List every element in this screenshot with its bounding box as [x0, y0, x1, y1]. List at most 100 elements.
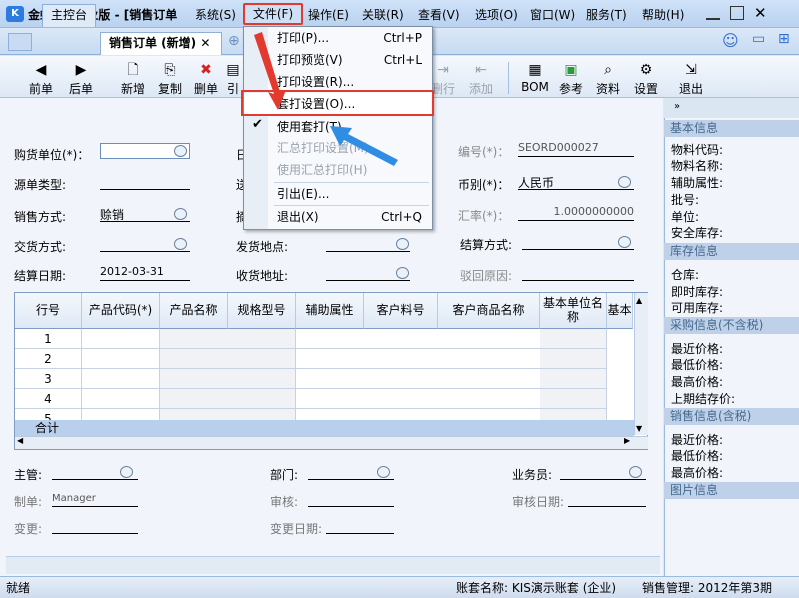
- info-row: 可用库存:: [671, 301, 724, 315]
- col-header-aux[interactable]: 辅助属性: [296, 293, 364, 329]
- audit-label: 审核:: [270, 495, 299, 509]
- grid-total-row: 合计: [15, 420, 634, 436]
- grid-horizontal-scrollbar[interactable]: [15, 436, 648, 449]
- prev-bill-button[interactable]: ◀ 前单: [24, 60, 58, 97]
- scroll-right-icon[interactable]: ▶: [624, 436, 630, 445]
- info-row: 仓库:: [671, 268, 700, 282]
- tab-console[interactable]: 主控台: [42, 4, 97, 27]
- minimize-icon[interactable]: [706, 6, 720, 20]
- info-row: 单位:: [671, 210, 700, 224]
- menu-options[interactable]: 选项(O): [475, 6, 518, 23]
- rate-label: 汇率(*)：: [458, 209, 510, 223]
- bom-button[interactable]: ▦ BOM: [518, 60, 552, 94]
- receive-address-lookup-icon[interactable]: [396, 267, 409, 279]
- grid-column-cells[interactable]: [160, 329, 296, 420]
- reference-icon: ▣: [564, 62, 578, 78]
- smiley-icon[interactable]: ☺: [722, 31, 739, 50]
- expand-icon[interactable]: ⊞: [778, 31, 790, 47]
- grid-vertical-scrollbar[interactable]: [634, 293, 648, 435]
- tab-sales-order[interactable]: 销售订单 (新增) ✕: [100, 32, 222, 55]
- col-header-base-unit[interactable]: 基本单位名称: [540, 293, 607, 329]
- section-basic-info[interactable]: 基本信息: [664, 120, 799, 137]
- settle-date-field[interactable]: 2012-03-31: [100, 265, 190, 281]
- grid-column-cells[interactable]: [296, 329, 554, 420]
- reference-button[interactable]: ▣ 参考: [554, 60, 588, 97]
- grid-column-cells[interactable]: [540, 329, 607, 420]
- buyer-lookup-icon[interactable]: [174, 145, 187, 157]
- manager-lookup-icon[interactable]: [120, 466, 133, 478]
- copy-label: 复制: [157, 82, 182, 96]
- menu-exit[interactable]: 退出(X) Ctrl+Q: [244, 206, 432, 228]
- status-ready: 就绪: [6, 581, 31, 595]
- info-row: 安全库存:: [671, 226, 724, 240]
- col-header-base[interactable]: 基本: [607, 293, 633, 329]
- rate-field[interactable]: 1.0000000000: [518, 205, 634, 221]
- info-row: 最近价格:: [671, 433, 724, 447]
- info-row: 物料名称:: [671, 159, 724, 173]
- message-icon[interactable]: ▭: [752, 31, 765, 47]
- exit-label: 退出: [678, 82, 703, 96]
- col-header-customer-part[interactable]: 客户料号: [364, 293, 438, 329]
- data-label: 资料: [595, 82, 620, 96]
- menu-export[interactable]: 引出(E)...: [244, 183, 432, 205]
- toolbar-separator: [508, 62, 509, 94]
- new-button[interactable]: 🗋 新增: [116, 60, 150, 97]
- new-label: 新增: [120, 82, 145, 96]
- menu-view[interactable]: 查看(V): [418, 6, 460, 23]
- new-tab-icon[interactable]: ⊕: [228, 33, 240, 49]
- col-header-product-name[interactable]: 产品名称: [160, 293, 228, 329]
- settings-button[interactable]: ⚙ 设置: [629, 60, 663, 97]
- exit-door-icon: ⇲: [685, 62, 697, 78]
- menu-system[interactable]: 系统(S): [195, 6, 236, 23]
- scroll-up-icon[interactable]: ▲: [636, 296, 642, 305]
- data-search-icon: ⌕: [604, 62, 612, 78]
- currency-field[interactable]: 人民币: [518, 174, 634, 190]
- copy-button[interactable]: ⎘ 复制: [153, 60, 187, 97]
- add-row-button[interactable]: ⇤ 添加: [464, 60, 498, 97]
- section-image-info[interactable]: 图片信息: [664, 482, 799, 499]
- info-row: 批号:: [671, 193, 700, 207]
- change-date-label: 变更日期:: [270, 522, 323, 536]
- close-window-icon[interactable]: ✕: [754, 4, 767, 22]
- collapse-chevron-icon[interactable]: »: [674, 101, 680, 112]
- menu-window[interactable]: 窗口(W): [530, 6, 575, 23]
- restore-icon[interactable]: [730, 6, 744, 20]
- info-row: 即时库存:: [671, 285, 724, 299]
- menu-service[interactable]: 服务(T): [586, 6, 627, 23]
- source-type-field[interactable]: [100, 174, 190, 190]
- scroll-left-icon[interactable]: ◀: [17, 436, 23, 445]
- tab-close-icon[interactable]: ✕: [200, 36, 210, 50]
- delivery-place-lookup-icon[interactable]: [396, 238, 409, 250]
- grid-column-cells[interactable]: [82, 329, 160, 420]
- clerk-lookup-icon[interactable]: [629, 466, 642, 478]
- section-purchase-info[interactable]: 采购信息(不含税): [664, 317, 799, 334]
- reject-reason-field[interactable]: [522, 265, 634, 281]
- bill-no-field[interactable]: SEORD000027: [518, 141, 634, 157]
- col-header-row-no[interactable]: 行号: [15, 293, 82, 329]
- status-period: 销售管理: 2012年第3期: [642, 581, 773, 595]
- delivery-method-lookup-icon[interactable]: [174, 238, 187, 250]
- tab-menu-icon[interactable]: [8, 33, 32, 51]
- delete-bill-button[interactable]: ✖ 删单: [189, 60, 223, 97]
- delivery-place-label: 发货地点:: [236, 240, 289, 254]
- scroll-down-icon[interactable]: ▼: [636, 424, 642, 433]
- col-header-product-code[interactable]: 产品代码(*): [82, 293, 160, 329]
- delete-row-label: 删行: [430, 82, 455, 96]
- col-header-spec[interactable]: 规格型号: [228, 293, 296, 329]
- data-button[interactable]: ⌕ 资料: [591, 60, 625, 97]
- next-bill-button[interactable]: ▶ 后单: [64, 60, 98, 97]
- prev-bill-label: 前单: [28, 82, 53, 96]
- section-sales-info[interactable]: 销售信息(含税): [664, 408, 799, 425]
- col-header-customer-product[interactable]: 客户商品名称: [438, 293, 540, 329]
- exit-button[interactable]: ⇲ 退出: [674, 60, 708, 97]
- audit-field: [308, 491, 394, 507]
- row-number: 4: [15, 389, 82, 409]
- menu-help[interactable]: 帮助(H): [642, 6, 684, 23]
- red-arrow-icon: [254, 32, 286, 110]
- sale-method-lookup-icon[interactable]: [174, 208, 187, 220]
- currency-lookup-icon[interactable]: [618, 176, 631, 188]
- section-stock-info[interactable]: 库存信息: [664, 243, 799, 260]
- settle-method-lookup-icon[interactable]: [618, 236, 631, 248]
- arrow-right-icon: ▶: [75, 62, 87, 78]
- dept-lookup-icon[interactable]: [377, 466, 390, 478]
